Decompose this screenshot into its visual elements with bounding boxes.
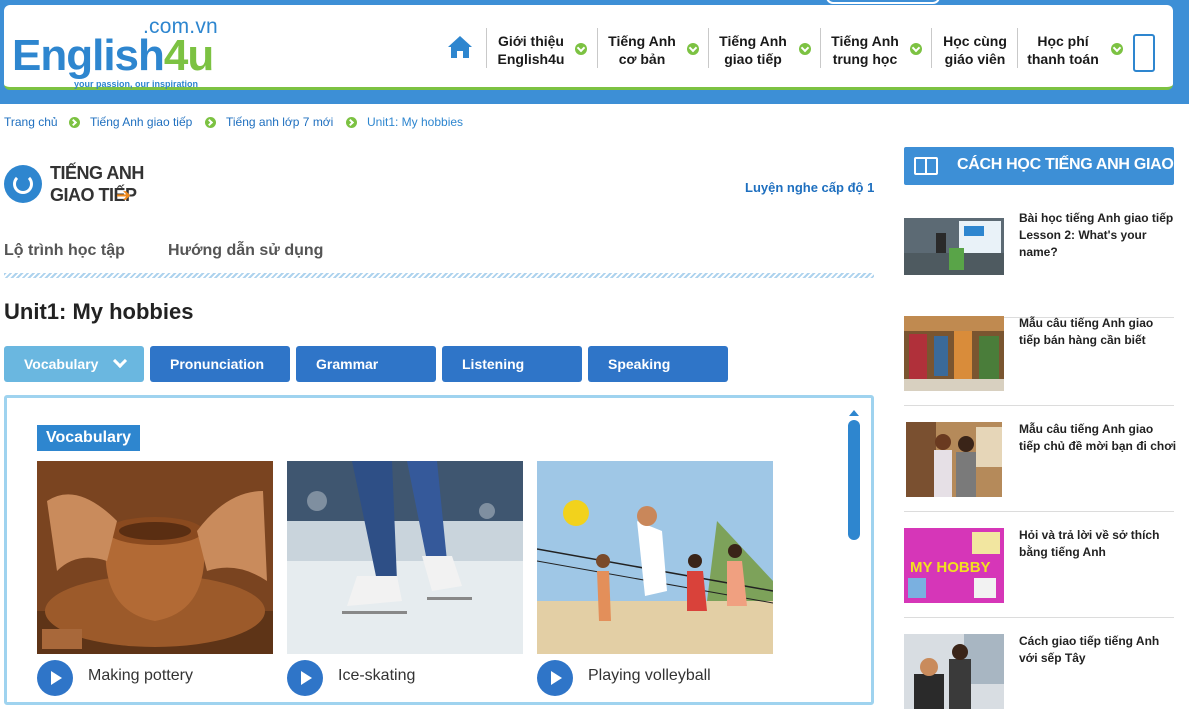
chevron-down-icon	[799, 43, 811, 55]
sidebar-article[interactable]: Mẫu câu tiếng Anh giao tiếp chủ đề mời b…	[904, 406, 1177, 512]
sidebar-title: CÁCH HỌC TIẾNG ANH GIAO TIẾP	[957, 156, 1189, 173]
scrollbar[interactable]	[847, 410, 861, 710]
section-label: Vocabulary	[37, 425, 141, 451]
level-link[interactable]: Luyện nghe cấp độ 1	[745, 180, 874, 195]
vocabulary-panel: Vocabulary Making pottery Ice-skating Pl…	[4, 395, 874, 705]
nav-label: Học cùng giáo viên	[943, 33, 1007, 67]
section-logo: TIẾNG ANH GIAO TIẾP ➔	[4, 163, 144, 209]
home-icon[interactable]	[447, 35, 473, 59]
logo-brand-num: 4u	[163, 31, 214, 80]
subtab-huong-dan[interactable]: Hướng dẫn sử dụng	[168, 242, 323, 260]
tab-label: Listening	[462, 356, 525, 372]
chevron-down-icon	[687, 43, 699, 55]
play-audio-button[interactable]	[287, 660, 323, 696]
sidebar-article-title: Cách giao tiếp tiếng Anh với sếp Tây	[1019, 634, 1160, 665]
arrow-right-icon: ➔	[116, 185, 132, 205]
tab-label: Vocabulary	[24, 356, 99, 372]
pottery-image[interactable]	[37, 461, 273, 654]
tab-label: Grammar	[316, 356, 379, 372]
top-pill	[826, 0, 940, 4]
chevron-right-icon	[205, 117, 216, 128]
chevron-down-icon	[575, 43, 587, 55]
book-icon	[914, 157, 938, 175]
chevron-down-icon	[112, 353, 128, 369]
tab-pronunciation[interactable]: Pronunciation	[150, 346, 290, 382]
tab-speaking[interactable]: Speaking	[588, 346, 728, 382]
logo-tagline: your passion, our inspiration	[74, 79, 199, 89]
friends-thumbnail[interactable]	[906, 422, 1002, 497]
nav-item-gioi-thieu[interactable]: Giới thiệu English4u	[486, 28, 590, 68]
chevron-down-icon	[910, 43, 922, 55]
logo-brand: English4u	[12, 31, 214, 81]
mobile-phone-icon[interactable]	[1133, 34, 1155, 72]
volleyball-image[interactable]	[537, 461, 773, 654]
page-title: Unit1: My hobbies	[4, 299, 194, 324]
nav-item-hoc-phi[interactable]: Học phí thanh toán	[1017, 28, 1127, 68]
tab-grammar[interactable]: Grammar	[296, 346, 436, 382]
breadcrumb-link-giao-tiep[interactable]: Tiếng Anh giao tiếp	[90, 115, 192, 129]
play-audio-button[interactable]	[37, 660, 73, 696]
sidebar-article-title: Bài học tiếng Anh giao tiếp Lesson 2: Wh…	[1019, 211, 1174, 259]
classroom-thumbnail[interactable]	[904, 218, 1004, 275]
tab-vocabulary[interactable]: Vocabulary	[4, 346, 144, 382]
sidebar-article[interactable]: MY HOBBY Hỏi và trả lời về sở thích bằng…	[904, 512, 1174, 618]
nav-item-giao-tiep[interactable]: Tiếng Anh giao tiếp	[708, 28, 812, 68]
card-caption: Making pottery	[88, 667, 193, 684]
ice-skating-image[interactable]	[287, 461, 523, 654]
breadcrumb-current: Unit1: My hobbies	[367, 115, 464, 129]
refresh-icon	[4, 165, 42, 203]
nav-label: Tiếng Anh trung học	[831, 33, 899, 67]
section-logo-line1: TIẾNG ANH	[50, 163, 144, 183]
sidebar-article[interactable]: Mẫu câu tiếng Anh giao tiếp bán hàng cần…	[904, 300, 1174, 406]
english4u-logo[interactable]: .com.vn English4u your passion, our insp…	[12, 13, 222, 89]
logo-brand-main: English	[12, 31, 165, 80]
nav-item-hoc-cung-giao-vien[interactable]: Học cùng giáo viên	[931, 28, 1017, 68]
nav-label: Tiếng Anh cơ bản	[608, 33, 676, 67]
breadcrumb-link-lop-7[interactable]: Tiếng anh lớp 7 mới	[226, 115, 333, 129]
nav-item-trung-hoc[interactable]: Tiếng Anh trung học	[820, 28, 924, 68]
nav-item-co-ban[interactable]: Tiếng Anh cơ bản	[597, 28, 701, 68]
tab-label: Speaking	[608, 356, 671, 372]
divider	[4, 273, 874, 278]
sidebar-article-title: Hỏi và trả lời về sở thích bằng tiếng An…	[1019, 528, 1160, 559]
nav-label: Tiếng Anh giao tiếp	[719, 33, 787, 67]
scroll-thumb[interactable]	[848, 420, 860, 540]
shop-thumbnail[interactable]	[904, 316, 1004, 391]
breadcrumb-link-home[interactable]: Trang chủ	[4, 115, 58, 129]
card-caption: Ice-skating	[338, 667, 416, 684]
sidebar-article[interactable]: Cách giao tiếp tiếng Anh với sếp Tây	[904, 618, 1174, 724]
sidebar-header: CÁCH HỌC TIẾNG ANH GIAO TIẾP	[904, 147, 1189, 185]
chevron-down-icon	[1111, 43, 1123, 55]
sidebar-article-title: Mẫu câu tiếng Anh giao tiếp chủ đề mời b…	[1019, 422, 1177, 453]
chevron-right-icon	[346, 117, 357, 128]
nav-label: Học phí thanh toán	[1027, 33, 1099, 67]
chevron-right-icon	[69, 117, 80, 128]
card-caption: Playing volleyball	[588, 667, 711, 684]
office-thumbnail[interactable]	[904, 634, 1004, 709]
my-hobby-text: MY HOBBY	[910, 559, 991, 576]
subtab-lo-trinh[interactable]: Lộ trình học tập	[4, 242, 125, 260]
tab-listening[interactable]: Listening	[442, 346, 582, 382]
tab-label: Pronunciation	[170, 356, 265, 372]
nav-label: Giới thiệu English4u	[497, 33, 565, 67]
sidebar-article-title: Mẫu câu tiếng Anh giao tiếp bán hàng cần…	[1019, 316, 1154, 347]
scroll-up-icon[interactable]	[849, 410, 859, 416]
my-hobby-thumbnail[interactable]: MY HOBBY	[904, 528, 1004, 603]
play-audio-button[interactable]	[537, 660, 573, 696]
